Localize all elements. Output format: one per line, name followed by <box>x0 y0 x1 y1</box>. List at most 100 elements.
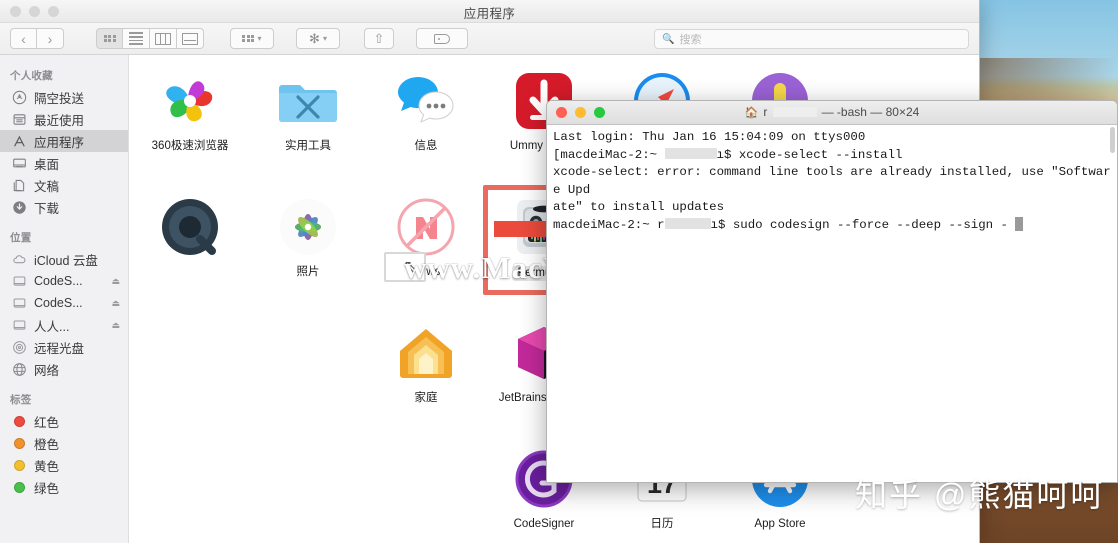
search-icon: 🔍 <box>662 33 675 45</box>
terminal-titlebar: 🏠 r — -bash — 80×24 <box>547 101 1117 125</box>
icon-view-button[interactable] <box>96 28 123 49</box>
app-item-quicktime[interactable] <box>131 189 249 315</box>
downloads-icon <box>12 200 27 215</box>
sidebar-item-label: 文稿 <box>34 179 60 194</box>
sidebar-item-label: 远程光盘 <box>34 341 85 356</box>
sidebar-item-label: CodeS... <box>34 296 83 310</box>
sidebar-item-desktop[interactable]: 桌面 <box>0 152 128 174</box>
app-item-utilities[interactable]: 实用工具 <box>249 63 367 189</box>
sidebar-item-applications[interactable]: 应用程序 <box>0 130 128 152</box>
gear-icon: ✻ <box>309 30 320 46</box>
app-label: 日历 <box>650 518 674 530</box>
home-icon: 🏠 <box>744 106 759 119</box>
sidebar-item-disk-renren[interactable]: 人人... ⏏ <box>0 314 128 336</box>
sidebar-item-label: 应用程序 <box>34 135 85 150</box>
messages-icon <box>394 69 458 133</box>
documents-icon <box>12 178 27 193</box>
disk-icon <box>12 296 27 311</box>
sidebar-item-label: 橙色 <box>34 437 60 452</box>
quicktime-icon <box>158 195 222 259</box>
sidebar-item-downloads[interactable]: 下载 <box>0 196 128 218</box>
list-view-button[interactable] <box>123 28 150 49</box>
action-menu-button[interactable]: ✻ ▾ <box>296 28 340 49</box>
disk-icon <box>12 274 27 289</box>
sidebar-item-disk-codes-2[interactable]: CodeS... ⏏ <box>0 292 128 314</box>
sidebar-section-header-tags: 标签 <box>10 394 32 406</box>
applications-icon <box>12 134 27 149</box>
app-item-360browser[interactable]: 360极速浏览器 <box>131 63 249 189</box>
app-label: 家庭 <box>414 392 438 404</box>
sidebar-item-label: 网络 <box>34 363 60 378</box>
sidebar-item-recents[interactable]: 最近使用 <box>0 108 128 130</box>
app-label: App Store <box>754 518 806 530</box>
eject-icon[interactable]: ⏏ <box>111 298 120 309</box>
home-icon <box>394 321 458 385</box>
gallery-icon <box>182 32 198 45</box>
arrange-by-button[interactable]: ▾ <box>230 28 274 49</box>
sidebar-item-label: iCloud 云盘 <box>34 253 98 268</box>
sidebar-item-tag-yellow[interactable]: 黄色 <box>0 454 128 476</box>
share-button[interactable]: ⇧ <box>364 28 394 49</box>
remote-disc-icon <box>12 340 27 355</box>
forward-button[interactable]: › <box>37 28 64 49</box>
app-label: 照片 <box>296 266 320 278</box>
sidebar-item-icloud-drive[interactable]: iCloud 云盘 <box>0 248 128 270</box>
browser-360-icon <box>158 69 222 133</box>
terminal-cursor <box>1015 216 1024 231</box>
grid-icon <box>103 34 116 43</box>
navigation-buttons[interactable]: ‹ › <box>10 28 64 49</box>
app-label: 实用工具 <box>285 140 331 152</box>
app-item-home[interactable]: 家庭 <box>367 315 485 441</box>
chevron-right-icon: › <box>47 30 53 47</box>
terminal-window: 🏠 r — -bash — 80×24 Last login: Thu Jan … <box>546 100 1118 483</box>
app-item-photos[interactable]: 照片 <box>249 189 367 315</box>
terminal-scrollbar[interactable] <box>1110 127 1115 153</box>
back-button[interactable]: ‹ <box>10 28 37 49</box>
chevron-down-icon: ▾ <box>322 34 327 43</box>
tag-dot-icon <box>12 414 27 429</box>
tag-dot-icon <box>12 436 27 451</box>
redacted-username <box>664 147 717 159</box>
sidebar-item-disk-codes-1[interactable]: CodeS... ⏏ <box>0 270 128 292</box>
list-icon <box>129 30 143 46</box>
app-item-messages[interactable]: 信息 <box>367 63 485 189</box>
columns-icon <box>155 32 171 45</box>
app-label: 信息 <box>414 140 438 152</box>
sidebar-item-network[interactable]: 网络 <box>0 358 128 380</box>
tags-button[interactable] <box>416 28 468 49</box>
sidebar-item-documents[interactable]: 文稿 <box>0 174 128 196</box>
terminal-title-user: r <box>763 105 768 119</box>
sidebar-section-header-favorites: 个人收藏 <box>10 70 53 82</box>
eject-icon[interactable]: ⏏ <box>111 320 120 331</box>
sidebar-item-tag-orange[interactable]: 橙色 <box>0 432 128 454</box>
network-icon <box>12 362 27 377</box>
sidebar-item-tag-red[interactable]: 红色 <box>0 410 128 432</box>
finder-toolbar: ‹ › ▾ ✻ ▾ ⇧ 🔍 搜索 <box>0 23 979 55</box>
sidebar-item-remote-disc[interactable]: 远程光盘 <box>0 336 128 358</box>
app-label: 360极速浏览器 <box>151 140 229 152</box>
terminal-title-redaction <box>772 107 817 117</box>
search-placeholder: 搜索 <box>679 34 702 46</box>
terminal-line: ate" to install updates <box>553 200 725 214</box>
sidebar-item-tag-green[interactable]: 绿色 <box>0 476 128 498</box>
utilities-folder-icon <box>276 69 340 133</box>
disk-icon <box>12 318 27 333</box>
sidebar-item-airdrop[interactable]: 隔空投送 <box>0 86 128 108</box>
chevron-down-icon: ▾ <box>257 34 262 43</box>
tag-icon <box>434 33 450 44</box>
terminal-line: xcode-select: error: command line tools … <box>553 165 1111 197</box>
sidebar-item-label: CodeS... <box>34 274 83 288</box>
sidebar-item-label: 人人... <box>34 319 70 334</box>
finder-titlebar: 应用程序 <box>0 0 979 23</box>
gallery-view-button[interactable] <box>177 28 204 49</box>
share-icon: ⇧ <box>373 30 385 46</box>
view-mode-buttons[interactable] <box>96 28 204 49</box>
icloud-icon <box>12 252 27 267</box>
eject-icon[interactable]: ⏏ <box>111 276 120 287</box>
sidebar-item-label: 最近使用 <box>34 113 85 128</box>
sidebar-item-label: 黄色 <box>34 459 60 474</box>
airdrop-icon <box>12 90 27 105</box>
column-view-button[interactable] <box>150 28 177 49</box>
search-input[interactable]: 🔍 搜索 <box>654 29 969 49</box>
terminal-output[interactable]: Last login: Thu Jan 16 15:04:09 on ttys0… <box>547 125 1117 482</box>
